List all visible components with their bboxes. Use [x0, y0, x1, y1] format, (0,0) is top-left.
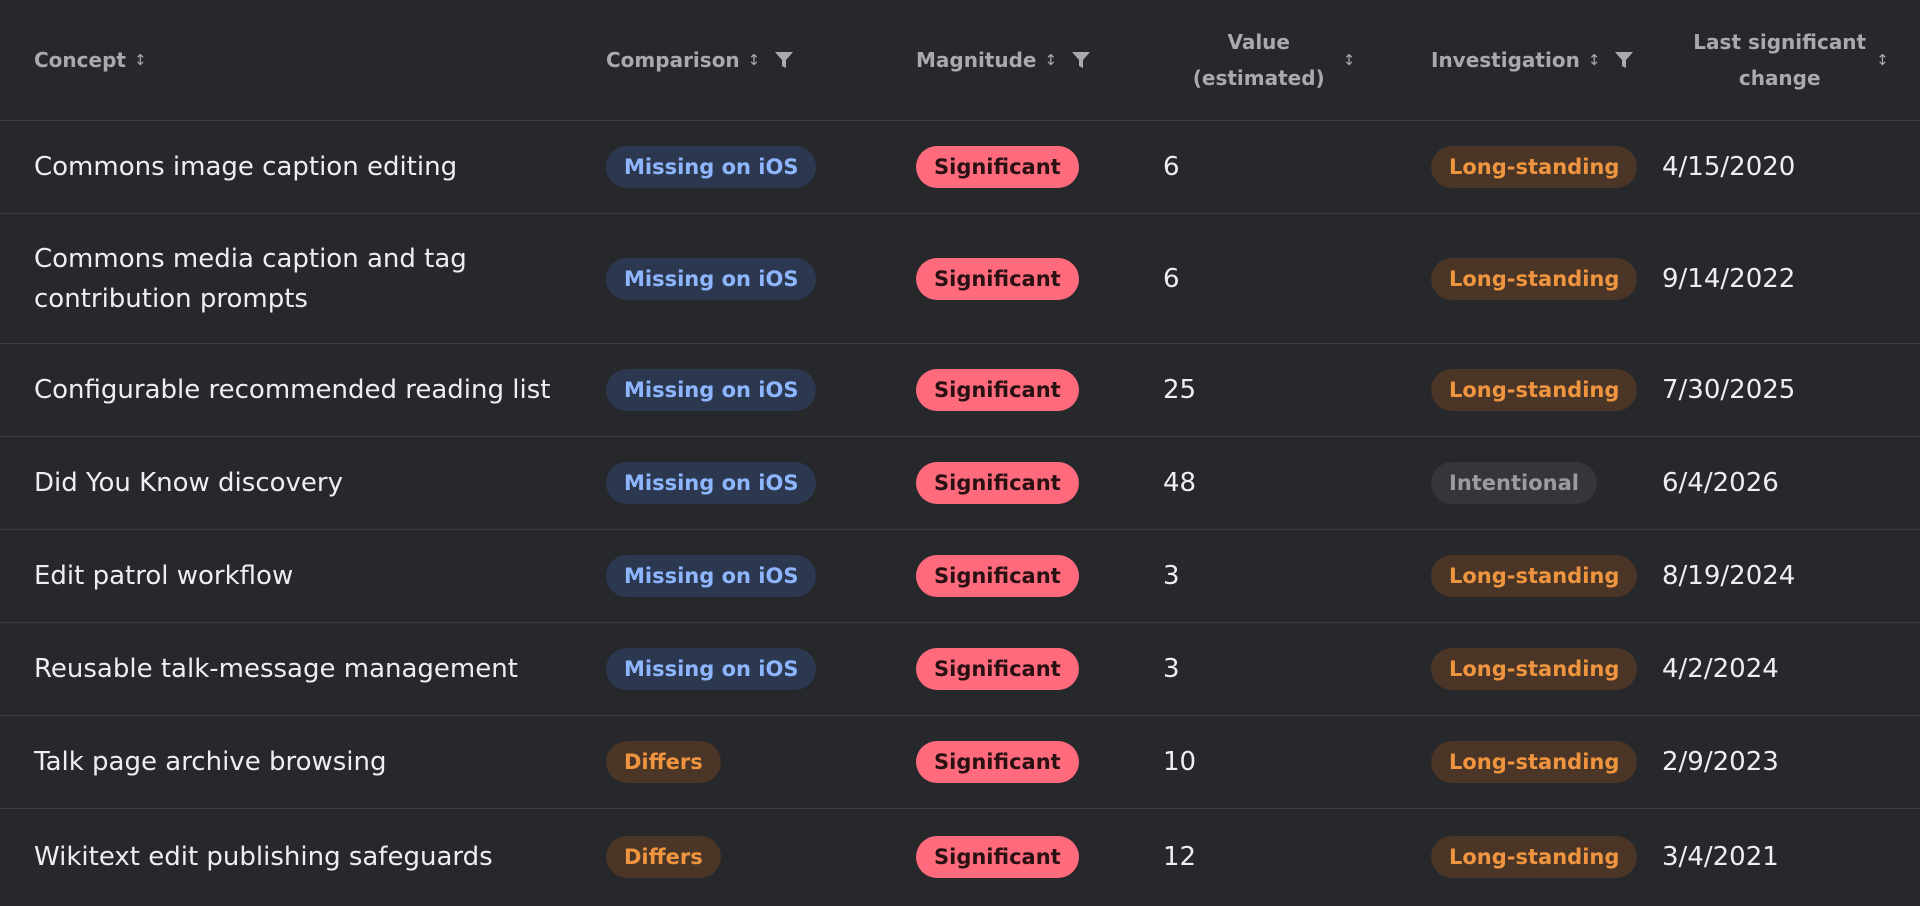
concept-cell: Commons media caption and tag contributi…: [34, 243, 467, 314]
value-cell: 3: [1163, 561, 1180, 591]
magnitude-cell: Significant: [883, 809, 1163, 905]
magnitude-badge: Significant: [916, 369, 1079, 411]
investigation-badge: Long-standing: [1431, 146, 1638, 188]
investigation-badge: Long-standing: [1431, 369, 1638, 411]
investigation-badge: Long-standing: [1431, 836, 1638, 878]
value-cell: 25: [1163, 375, 1197, 405]
investigation-cell: Long-standing: [1397, 623, 1662, 715]
column-header-comparison[interactable]: Comparison ↕: [571, 0, 883, 120]
last-change-cell: 7/30/2025: [1662, 375, 1796, 405]
table-row[interactable]: Did You Know discovery Missing on iOS Sign…: [0, 437, 1920, 530]
comparison-badge: Differs: [606, 836, 721, 878]
investigation-cell: Long-standing: [1397, 121, 1662, 213]
comparison-badge: Missing on iOS: [606, 648, 817, 690]
last-change-cell: 6/4/2026: [1662, 468, 1779, 498]
comparison-cell: Missing on iOS: [571, 121, 883, 213]
last-change-cell: 9/14/2022: [1662, 263, 1796, 294]
magnitude-badge: Significant: [916, 555, 1079, 597]
column-header-concept[interactable]: Concept ↕: [0, 0, 571, 120]
filter-icon[interactable]: [774, 50, 794, 70]
magnitude-cell: Significant: [883, 121, 1163, 213]
comparison-cell: Missing on iOS: [571, 344, 883, 436]
concept-cell: Configurable recommended reading list: [34, 375, 551, 405]
table-body: Commons image caption editing Missing on …: [0, 121, 1920, 905]
magnitude-badge: Significant: [916, 648, 1079, 690]
magnitude-cell: Significant: [883, 530, 1163, 622]
table-row[interactable]: Wikitext edit publishing safeguards Diffe…: [0, 809, 1920, 905]
comparison-badge: Differs: [606, 741, 721, 783]
table-row[interactable]: Commons image caption editing Missing on …: [0, 121, 1920, 214]
comparison-cell: Missing on iOS: [571, 437, 883, 529]
investigation-cell: Long-standing: [1397, 809, 1662, 905]
table-row[interactable]: Commons media caption and tag contributi…: [0, 214, 1920, 344]
magnitude-cell: Significant: [883, 437, 1163, 529]
concept-cell: Did You Know discovery: [34, 468, 343, 498]
comparison-badge: Missing on iOS: [606, 462, 817, 504]
investigation-badge: Long-standing: [1431, 741, 1638, 783]
sort-icon[interactable]: ↕: [1343, 51, 1356, 69]
magnitude-badge: Significant: [916, 836, 1079, 878]
filter-icon[interactable]: [1071, 50, 1091, 70]
concept-cell: Commons image caption editing: [34, 152, 458, 182]
magnitude-cell: Significant: [883, 344, 1163, 436]
sort-icon[interactable]: ↕: [1588, 51, 1601, 69]
comparison-cell: Differs: [571, 716, 883, 808]
filter-icon[interactable]: [1614, 50, 1634, 70]
investigation-badge: Long-standing: [1431, 257, 1638, 300]
investigation-cell: Long-standing: [1397, 214, 1662, 343]
sort-icon[interactable]: ↕: [1876, 51, 1889, 69]
comparison-cell: Missing on iOS: [571, 214, 883, 343]
last-change-cell: 8/19/2024: [1662, 561, 1796, 591]
table-row[interactable]: Reusable talk-message management Missing …: [0, 623, 1920, 716]
investigation-badge: Long-standing: [1431, 555, 1638, 597]
table-row[interactable]: Edit patrol workflow Missing on iOS Signif…: [0, 530, 1920, 623]
comparison-table: Concept ↕ Comparison ↕ Magnitude ↕ Value…: [0, 0, 1920, 906]
comparison-cell: Missing on iOS: [571, 623, 883, 715]
magnitude-cell: Significant: [883, 716, 1163, 808]
comparison-cell: Differs: [571, 809, 883, 905]
investigation-cell: Long-standing: [1397, 530, 1662, 622]
comparison-badge: Missing on iOS: [606, 257, 817, 300]
magnitude-badge: Significant: [916, 146, 1079, 188]
value-cell: 48: [1163, 468, 1197, 498]
magnitude-badge: Significant: [916, 257, 1079, 300]
sort-icon[interactable]: ↕: [134, 51, 147, 69]
investigation-cell: Intentional: [1397, 437, 1662, 529]
value-cell: 3: [1163, 654, 1180, 684]
magnitude-badge: Significant: [916, 741, 1079, 783]
value-cell: 6: [1163, 152, 1180, 182]
concept-cell: Edit patrol workflow: [34, 561, 294, 591]
table-row[interactable]: Talk page archive browsing Differs Signifi…: [0, 716, 1920, 809]
sort-icon[interactable]: ↕: [1045, 51, 1058, 69]
last-change-cell: 4/2/2024: [1662, 654, 1779, 684]
column-header-magnitude[interactable]: Magnitude ↕: [883, 0, 1163, 120]
magnitude-cell: Significant: [883, 214, 1163, 343]
investigation-cell: Long-standing: [1397, 344, 1662, 436]
comparison-badge: Missing on iOS: [606, 369, 817, 411]
investigation-badge: Long-standing: [1431, 648, 1638, 690]
column-header-value[interactable]: Value (estimated) ↕: [1163, 0, 1397, 120]
comparison-cell: Missing on iOS: [571, 530, 883, 622]
last-change-cell: 4/15/2020: [1662, 152, 1796, 182]
column-header-last-change[interactable]: Last significant change ↕: [1662, 0, 1920, 120]
last-change-cell: 3/4/2021: [1662, 842, 1779, 872]
investigation-cell: Long-standing: [1397, 716, 1662, 808]
concept-cell: Reusable talk-message management: [34, 654, 518, 684]
last-change-cell: 2/9/2023: [1662, 747, 1779, 777]
magnitude-cell: Significant: [883, 623, 1163, 715]
magnitude-badge: Significant: [916, 462, 1079, 504]
concept-cell: Talk page archive browsing: [34, 747, 387, 777]
value-cell: 10: [1163, 747, 1197, 777]
table-header: Concept ↕ Comparison ↕ Magnitude ↕ Value…: [0, 0, 1920, 121]
table-row[interactable]: Configurable recommended reading list Mis…: [0, 344, 1920, 437]
sort-icon[interactable]: ↕: [748, 51, 761, 69]
value-cell: 6: [1163, 263, 1180, 294]
value-cell: 12: [1163, 842, 1197, 872]
column-header-investigation[interactable]: Investigation ↕: [1397, 0, 1662, 120]
investigation-badge: Intentional: [1431, 462, 1597, 504]
comparison-badge: Missing on iOS: [606, 555, 817, 597]
comparison-badge: Missing on iOS: [606, 146, 817, 188]
concept-cell: Wikitext edit publishing safeguards: [34, 842, 493, 872]
